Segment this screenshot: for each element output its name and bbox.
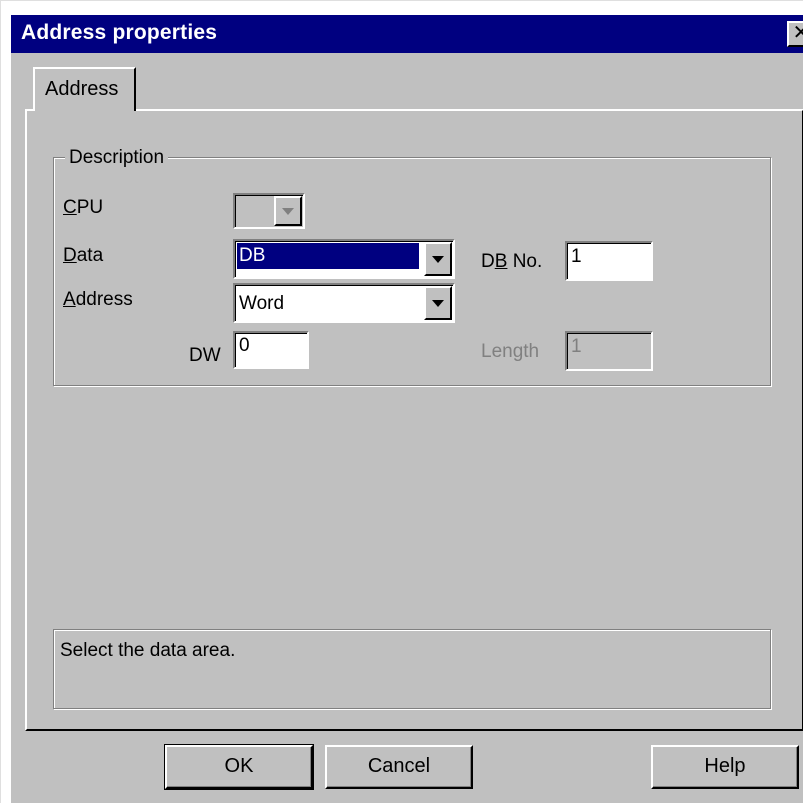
help-button[interactable]: Help xyxy=(651,745,799,789)
data-combo-value: DB xyxy=(237,243,419,269)
db-no-field[interactable]: 1 xyxy=(565,241,653,281)
chevron-down-icon xyxy=(282,208,294,215)
address-combo[interactable]: Word xyxy=(233,283,455,323)
length-field: 1 xyxy=(565,331,653,371)
db-no-value: 1 xyxy=(571,246,582,267)
cpu-combo[interactable] xyxy=(233,193,305,229)
description-group-label: Description xyxy=(65,147,169,169)
dw-field[interactable]: 0 xyxy=(233,331,309,369)
tab-address[interactable]: Address xyxy=(33,67,136,111)
window-title: Address properties xyxy=(21,21,218,44)
cancel-button[interactable]: Cancel xyxy=(325,745,473,789)
length-value: 1 xyxy=(571,336,582,357)
address-dropdown-button[interactable] xyxy=(424,286,452,320)
tab-label: Address xyxy=(45,78,119,100)
ok-button[interactable]: OK xyxy=(164,744,314,790)
cpu-dropdown-button[interactable] xyxy=(274,196,302,226)
dialog-window: Address properties ✕ Address Description… xyxy=(0,0,803,804)
chevron-down-icon xyxy=(432,256,444,263)
length-label: Length xyxy=(481,341,540,362)
db-no-label: DB No. xyxy=(481,251,543,272)
dw-label: DW xyxy=(189,345,221,366)
close-icon: ✕ xyxy=(792,22,803,44)
cpu-label: CPU xyxy=(63,197,104,218)
title-bar[interactable]: Address properties ✕ xyxy=(11,15,803,53)
frame-left xyxy=(1,1,11,804)
frame-top xyxy=(1,1,803,15)
dw-value: 0 xyxy=(239,335,250,356)
close-button[interactable]: ✕ xyxy=(787,21,803,47)
data-label: Data xyxy=(63,245,104,266)
hint-text: Select the data area. xyxy=(60,640,236,661)
address-label: Address xyxy=(63,289,133,310)
address-combo-value: Word xyxy=(239,293,285,314)
hint-area: Select the data area. xyxy=(53,629,771,709)
chevron-down-icon xyxy=(432,300,444,307)
data-dropdown-button[interactable] xyxy=(424,242,452,276)
data-combo[interactable]: DB xyxy=(233,239,455,279)
